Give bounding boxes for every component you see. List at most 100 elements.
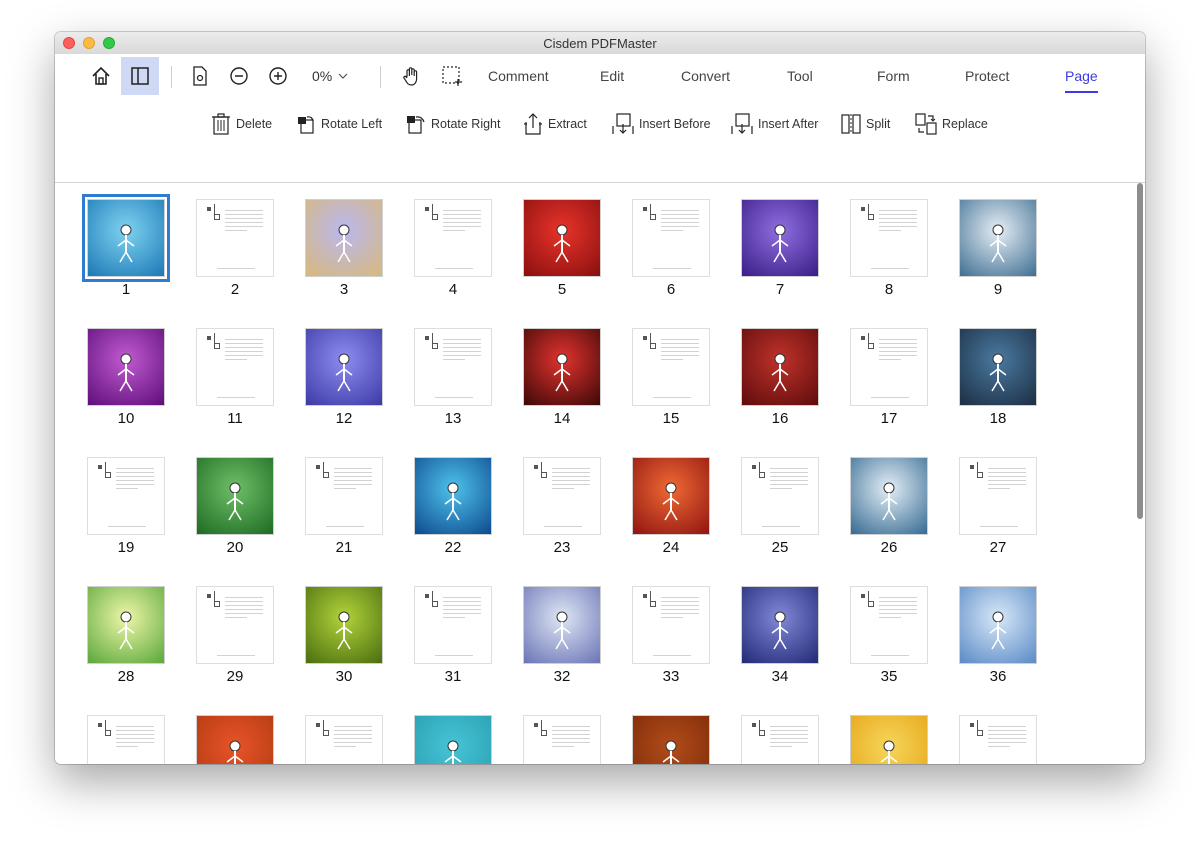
page-thumbnail[interactable]	[741, 586, 819, 664]
split-button[interactable]: Split	[840, 110, 890, 138]
page-number-label: 36	[989, 668, 1007, 685]
page-thumbnail[interactable]	[741, 715, 819, 764]
page-thumbnail[interactable]	[959, 715, 1037, 764]
delete-page-button[interactable]: Delete	[210, 110, 272, 138]
page-illustration	[989, 224, 1007, 263]
page-thumbnail[interactable]	[196, 586, 274, 664]
page-thumbnail[interactable]	[82, 194, 170, 282]
page-number-label: 19	[117, 539, 135, 556]
page-thumbnail[interactable]	[305, 586, 383, 664]
page-thumbnail[interactable]	[632, 328, 710, 406]
insert-after-button[interactable]: Insert After	[730, 110, 818, 138]
page-thumbnail[interactable]	[196, 199, 274, 277]
vertical-scrollbar[interactable]	[1136, 183, 1145, 764]
home-icon[interactable]	[89, 64, 113, 88]
page-thumbnail[interactable]	[87, 457, 165, 535]
replace-button[interactable]: Replace	[914, 110, 988, 138]
extract-button[interactable]: Extract	[522, 110, 587, 138]
page-number-label: 9	[993, 281, 1003, 298]
page-thumbnail[interactable]	[523, 457, 601, 535]
page-thumbnail[interactable]	[959, 328, 1037, 406]
zoom-level-value: 0%	[312, 68, 333, 84]
page-thumbnail[interactable]	[741, 199, 819, 277]
hand-tool-icon[interactable]	[400, 64, 424, 88]
page-thumbnail[interactable]	[523, 199, 601, 277]
page-thumbnail[interactable]	[959, 199, 1037, 277]
page-thumbnail[interactable]	[523, 328, 601, 406]
page-number-label: 1	[121, 281, 131, 298]
page-number-label: 35	[880, 668, 898, 685]
page-thumbnail[interactable]	[741, 328, 819, 406]
page-thumbnail[interactable]	[305, 715, 383, 764]
insert-before-button[interactable]: Insert Before	[611, 110, 711, 138]
page-thumbnail[interactable]	[87, 715, 165, 764]
page-number-label: 23	[553, 539, 571, 556]
page-illustration	[771, 611, 789, 650]
page-thumbnail[interactable]	[414, 586, 492, 664]
page-number-label: 7	[775, 281, 785, 298]
page-number-label: 12	[335, 410, 353, 427]
page-thumbnail[interactable]	[414, 328, 492, 406]
page-thumbnail[interactable]	[196, 457, 274, 535]
page-thumbnail[interactable]	[850, 199, 928, 277]
menu-convert[interactable]: Convert	[681, 68, 730, 84]
insert-after-icon	[731, 113, 753, 134]
menu-protect[interactable]: Protect	[965, 68, 1009, 84]
menu-form[interactable]: Form	[877, 68, 910, 84]
menu-tool[interactable]: Tool	[787, 68, 813, 84]
page-thumbnail[interactable]	[196, 715, 274, 764]
rotate-left-button[interactable]: Rotate Left	[295, 110, 382, 138]
page-number-label: 2	[230, 281, 240, 298]
page-thumbnail[interactable]	[305, 199, 383, 277]
rotate-left-icon	[298, 116, 314, 134]
page-thumbnail[interactable]	[632, 457, 710, 535]
page-thumbnail[interactable]	[632, 586, 710, 664]
page-thumbnail[interactable]	[414, 715, 492, 764]
zoom-in-icon[interactable]	[267, 65, 289, 87]
menu-comment[interactable]: Comment	[488, 68, 549, 84]
page-illustration	[444, 740, 462, 764]
page-number-label: 30	[335, 668, 353, 685]
page-illustration	[117, 353, 135, 392]
page-thumbnail[interactable]	[523, 715, 601, 764]
page-thumbnail[interactable]	[632, 715, 710, 764]
page-illustration	[771, 224, 789, 263]
page-illustration	[444, 482, 462, 521]
page-thumbnail[interactable]	[741, 457, 819, 535]
page-thumbnail[interactable]	[850, 328, 928, 406]
page-illustration	[226, 482, 244, 521]
page-thumbnail[interactable]	[305, 457, 383, 535]
page-thumbnail[interactable]	[523, 586, 601, 664]
rotate-right-button[interactable]: Rotate Right	[405, 110, 500, 138]
insert-before-icon	[612, 113, 634, 134]
scrollbar-thumb[interactable]	[1137, 183, 1143, 519]
replace-icon	[915, 113, 937, 135]
page-thumbnail[interactable]	[87, 586, 165, 664]
page-thumbnail[interactable]	[414, 457, 492, 535]
zoom-out-icon[interactable]	[228, 65, 250, 87]
page-illustration	[771, 353, 789, 392]
page-thumbnail[interactable]	[959, 457, 1037, 535]
page-thumbnail[interactable]	[850, 457, 928, 535]
page-thumbnail[interactable]	[196, 328, 274, 406]
active-menu-indicator	[1065, 91, 1098, 93]
page-thumbnail[interactable]	[414, 199, 492, 277]
menu-page[interactable]: Page	[1065, 68, 1098, 84]
window-title: Cisdem PDFMaster	[543, 36, 657, 51]
menu-edit[interactable]: Edit	[600, 68, 624, 84]
page-thumbnail[interactable]	[850, 586, 928, 664]
page-thumbnail[interactable]	[850, 715, 928, 764]
sidebar-toggle-icon[interactable]	[121, 57, 159, 95]
page-thumbnail[interactable]	[959, 586, 1037, 664]
page-number-label: 33	[662, 668, 680, 685]
page-thumbnail[interactable]	[305, 328, 383, 406]
page-number-label: 31	[444, 668, 462, 685]
page-number-label: 17	[880, 410, 898, 427]
page-illustration	[989, 611, 1007, 650]
page-thumbnail[interactable]	[632, 199, 710, 277]
page-view-icon[interactable]	[189, 65, 211, 87]
page-number-label: 18	[989, 410, 1007, 427]
page-thumbnail[interactable]	[87, 328, 165, 406]
select-area-icon[interactable]	[440, 64, 464, 88]
zoom-level-dropdown[interactable]: 0%	[312, 68, 348, 84]
